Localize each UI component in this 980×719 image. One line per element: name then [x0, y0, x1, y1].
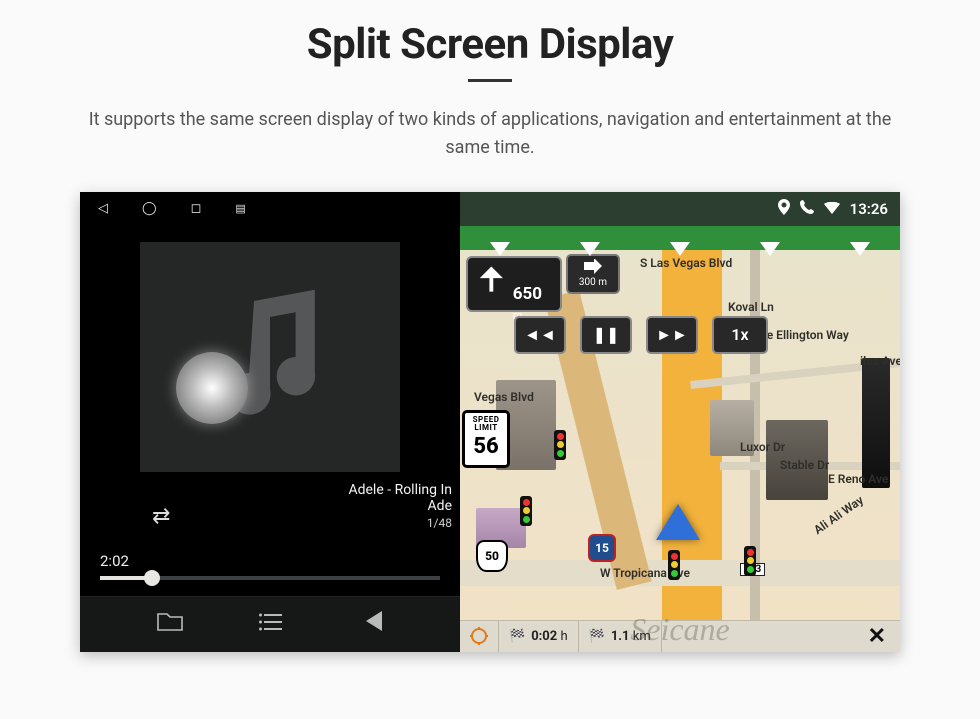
next-turn-card[interactable]: 300 m — [566, 254, 620, 294]
playlist-icon[interactable] — [259, 612, 283, 637]
music-pane: ◁ ◯ ◻ ▤ ⇄ Adele - Rolling In Ade 1/48 2:… — [80, 192, 460, 652]
folder-icon[interactable] — [157, 611, 183, 637]
street-label: E Reno Ave — [828, 472, 888, 486]
track-title: Adele - Rolling In — [348, 482, 452, 498]
clock-time: 13:26 — [850, 200, 888, 218]
lane-guidance — [460, 226, 900, 250]
eta-segment[interactable]: 🏁 0:02 h — [499, 621, 579, 652]
vehicle-cursor-icon — [656, 504, 700, 540]
screenshot-icon[interactable]: ▤ — [235, 202, 245, 215]
street-label: Stable Dr — [780, 458, 829, 472]
home-icon[interactable]: ◯ — [142, 201, 157, 216]
speed-limit-label: SPEEDLIMIT — [465, 413, 507, 433]
track-counter: 1/48 — [348, 516, 452, 530]
lane-arrow-icon — [580, 242, 600, 256]
street-label: S Las Vegas Blvd — [640, 256, 732, 270]
distance-unit: km — [633, 629, 651, 644]
street-label: iles Ave — [860, 354, 900, 368]
joystick-overlay[interactable] — [176, 352, 248, 424]
close-button[interactable]: ✕ — [854, 624, 900, 649]
recent-icon[interactable]: ◻ — [191, 201, 202, 216]
progress-row: 2:02 — [80, 552, 460, 580]
speed-limit-sign: SPEEDLIMIT 56 — [462, 410, 510, 468]
music-bottom-bar — [80, 596, 460, 652]
page-title: Split Screen Display — [307, 20, 673, 69]
traffic-light-icon — [744, 546, 756, 576]
interstate-shield: 15 — [588, 534, 616, 562]
lane-arrow-icon — [670, 242, 690, 256]
highway-shield: 50 — [476, 540, 508, 572]
turn-left-icon — [474, 262, 509, 298]
turn-distance: 650 — [513, 284, 542, 304]
track-artist: Ade — [348, 498, 452, 514]
wifi-icon — [824, 200, 840, 218]
map-bottom-bar: 🏁 0:02 h 🏁 1.1 km ✕ — [460, 620, 900, 652]
speed-limit-value: 56 — [465, 435, 507, 458]
page-subtitle: It supports the same screen display of t… — [70, 106, 910, 162]
shuffle-icon[interactable]: ⇄ — [152, 504, 170, 529]
lane-arrow-icon — [850, 242, 870, 256]
device-screenshot: ◁ ◯ ◻ ▤ ⇄ Adele - Rolling In Ade 1/48 2:… — [80, 192, 900, 652]
sim-controls: ◄◄ ❚❚ ►► 1x — [514, 316, 768, 354]
back-icon[interactable]: ◁ — [98, 201, 108, 216]
street-label: Luxor Dr — [740, 440, 785, 454]
sim-prev-button[interactable]: ◄◄ — [514, 316, 566, 354]
turn-right-icon — [583, 259, 603, 277]
sim-pause-button[interactable]: ❚❚ — [580, 316, 632, 354]
location-icon[interactable] — [778, 199, 790, 219]
progress-slider[interactable] — [100, 576, 440, 580]
android-nav-bar: ◁ ◯ ◻ ▤ — [80, 192, 460, 226]
traffic-light-icon — [554, 430, 566, 460]
traffic-light-icon — [668, 550, 680, 580]
phone-icon[interactable] — [800, 200, 814, 218]
eta-time: 0:02 — [531, 629, 557, 644]
eta-unit: h — [560, 629, 567, 644]
next-distance: 300 — [579, 277, 596, 288]
title-underline — [468, 79, 512, 82]
elapsed-time: 2:02 — [100, 552, 129, 570]
building — [862, 358, 890, 488]
remaining-distance: 1.1 — [611, 629, 630, 644]
sim-next-button[interactable]: ►► — [646, 316, 698, 354]
traffic-light-icon — [520, 496, 532, 526]
lane-arrow-icon — [490, 242, 510, 256]
previous-icon[interactable] — [360, 611, 384, 637]
lane-arrow-icon — [760, 242, 780, 256]
map-pane: 13:26 S Las Vegas Blvd Koval Ln — [460, 192, 900, 652]
distance-segment[interactable]: 🏁 1.1 km — [579, 621, 662, 652]
status-bar: 13:26 — [460, 192, 900, 226]
turn-card[interactable]: 650 m — [466, 256, 562, 312]
sim-speed-button[interactable]: 1x — [712, 316, 768, 354]
street-label: Koval Ln — [728, 300, 774, 314]
recenter-button[interactable] — [460, 621, 499, 652]
track-info: Adele - Rolling In Ade 1/48 — [348, 482, 452, 530]
album-art — [140, 242, 400, 472]
next-unit: m — [598, 277, 607, 288]
street-label: Vegas Blvd — [474, 390, 534, 404]
